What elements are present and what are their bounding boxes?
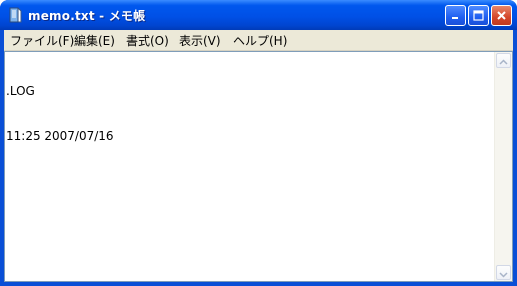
notepad-window: memo.txt - メモ帳 ファイル(F) 編集(E) 書式(O) 表示(V)… [0, 0, 517, 286]
menu-view[interactable]: 表示(V) [179, 32, 221, 49]
minimize-icon [450, 10, 461, 21]
notepad-icon[interactable] [7, 7, 23, 23]
title-bar[interactable]: memo.txt - メモ帳 [0, 0, 517, 30]
text-editor[interactable]: .LOG 11:25 2007/07/16 [6, 54, 495, 279]
maximize-button[interactable] [468, 5, 489, 26]
menu-format[interactable]: 書式(O) [126, 32, 169, 49]
maximize-icon [473, 10, 484, 21]
scroll-up-button[interactable] [496, 53, 511, 68]
menu-help[interactable]: ヘルプ(H) [233, 32, 287, 49]
close-icon [496, 10, 507, 21]
vertical-scrollbar[interactable] [494, 52, 512, 281]
editor-line: .LOG [6, 84, 35, 98]
scroll-down-button[interactable] [496, 265, 511, 280]
menu-file[interactable]: ファイル(F) [10, 32, 74, 49]
text-area-frame: .LOG 11:25 2007/07/16 [4, 51, 513, 282]
close-button[interactable] [491, 5, 512, 26]
window-title: memo.txt - メモ帳 [28, 9, 146, 23]
minimize-button[interactable] [445, 5, 466, 26]
scroll-down-arrow-icon [499, 263, 508, 282]
menu-edit[interactable]: 編集(E) [74, 32, 115, 49]
scroll-up-arrow-icon [499, 51, 508, 70]
menu-bar: ファイル(F) 編集(E) 書式(O) 表示(V) ヘルプ(H) [4, 30, 513, 51]
editor-line: 11:25 2007/07/16 [6, 129, 114, 143]
